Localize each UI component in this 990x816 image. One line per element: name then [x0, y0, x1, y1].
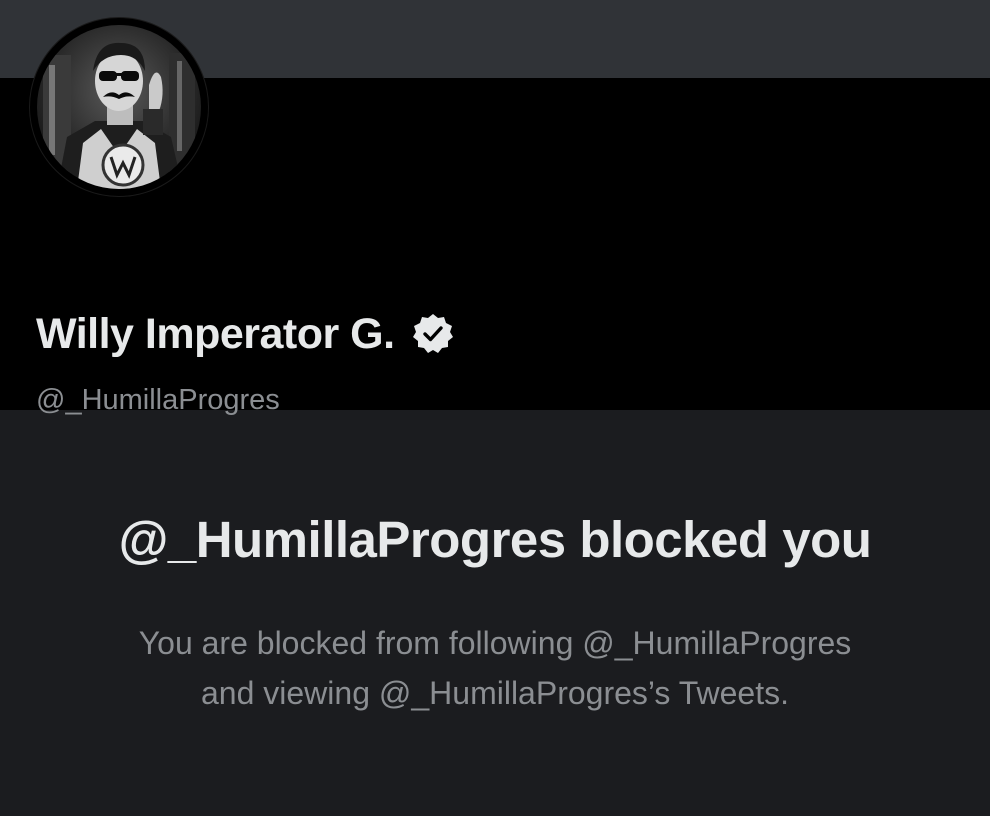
blocked-description-line-2: and viewing @_HumillaProgres’s Tweets. [200, 675, 789, 711]
display-name-row: Willy Imperator G. [36, 306, 455, 362]
avatar[interactable] [30, 18, 208, 196]
blocked-description-line-1: You are blocked from following @_Humilla… [138, 625, 852, 661]
blocked-description: You are blocked from following @_Humilla… [0, 618, 990, 718]
profile-photo-icon [37, 25, 201, 189]
verified-badge-icon[interactable] [411, 312, 455, 356]
profile-handle: @_HumillaProgres [36, 384, 280, 416]
display-name: Willy Imperator G. [36, 309, 395, 358]
blocked-title: @_HumillaProgres blocked you [118, 511, 872, 568]
